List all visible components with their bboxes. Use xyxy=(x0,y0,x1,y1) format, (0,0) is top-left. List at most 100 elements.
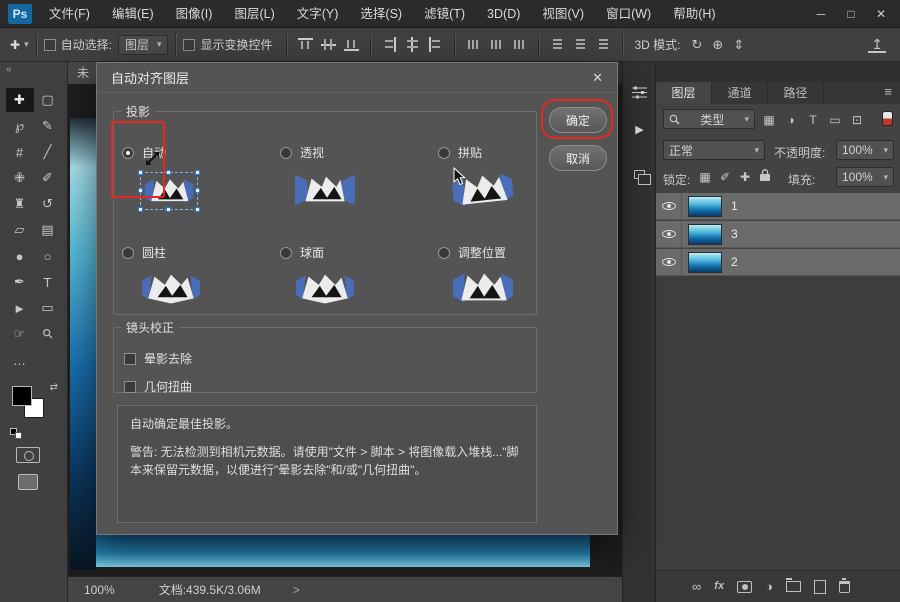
blur-tool[interactable]: ● xyxy=(6,244,34,268)
radio-spherical[interactable] xyxy=(280,247,292,259)
minimize-button[interactable]: ─ xyxy=(806,0,836,28)
lasso-tool[interactable]: ℘ xyxy=(6,114,34,138)
filter-kind-dropdown[interactable]: 类型 ▾ xyxy=(663,109,755,129)
menu-filter[interactable]: 滤镜(T) xyxy=(413,0,476,28)
auto-select-checkbox[interactable] xyxy=(44,39,56,51)
layer-row[interactable]: 3 xyxy=(656,221,900,248)
edit-toolbar-icon[interactable]: … xyxy=(6,348,34,372)
document-image-bottom-sliver[interactable] xyxy=(96,534,590,567)
eraser-tool[interactable]: ▱ xyxy=(6,218,34,242)
close-icon[interactable]: ✕ xyxy=(592,70,603,86)
radio-perspective[interactable] xyxy=(280,147,292,159)
menu-image[interactable]: 图像(I) xyxy=(165,0,224,28)
layer-thumbnail[interactable] xyxy=(688,196,722,217)
screen-mode-icon[interactable] xyxy=(18,474,38,490)
document-image-left-sliver[interactable] xyxy=(70,118,96,570)
distribute-top-icon[interactable] xyxy=(466,38,481,51)
show-transform-checkbox[interactable] xyxy=(183,39,195,51)
new-layer-icon[interactable] xyxy=(814,580,826,594)
projection-option-spherical[interactable]: 球面 xyxy=(280,244,324,261)
close-window-button[interactable]: ✕ xyxy=(866,0,896,28)
menu-type[interactable]: 文字(Y) xyxy=(286,0,350,28)
shape-filter-icon[interactable]: ▭ xyxy=(826,113,844,127)
filter-toggle-switch[interactable] xyxy=(882,111,893,126)
align-right-edges-icon[interactable] xyxy=(429,37,442,52)
cancel-button[interactable]: 取消 xyxy=(549,145,607,171)
3d-zoom-icon[interactable]: ⇕ xyxy=(733,37,744,53)
layer-row[interactable]: 1 xyxy=(656,193,900,220)
lock-position-icon[interactable]: ✚ xyxy=(736,170,754,184)
fill-dropdown[interactable]: 100% ▾ xyxy=(836,167,894,187)
quick-selection-tool[interactable]: ✎ xyxy=(34,114,62,138)
projection-option-perspective[interactable]: 透视 xyxy=(280,144,324,161)
move-tool[interactable]: ✚ xyxy=(6,88,34,112)
distribute-vcenter-icon[interactable] xyxy=(489,38,504,51)
layer-name[interactable]: 3 xyxy=(731,227,738,241)
distribute-left-icon[interactable] xyxy=(551,37,564,52)
tab-layers[interactable]: 图层 xyxy=(656,82,712,104)
path-selection-tool[interactable]: ► xyxy=(6,296,34,320)
history-brush-tool[interactable]: ↺ xyxy=(34,192,62,216)
layer-mask-icon[interactable] xyxy=(737,581,752,593)
visibility-toggle[interactable] xyxy=(656,221,682,247)
panel-menu-icon[interactable]: ≡ xyxy=(884,84,892,99)
photoshop-logo[interactable]: Ps xyxy=(8,4,32,24)
radio-cylindrical[interactable] xyxy=(122,247,134,259)
clone-stamp-tool[interactable]: ♜ xyxy=(6,192,34,216)
layer-style-icon[interactable]: fx xyxy=(714,581,724,592)
menu-edit[interactable]: 编辑(E) xyxy=(101,0,165,28)
adjustments-panel-icon[interactable] xyxy=(629,82,650,103)
3d-pan-icon[interactable]: ⊕ xyxy=(712,37,723,53)
visibility-toggle[interactable] xyxy=(656,249,682,275)
radio-collage[interactable] xyxy=(438,147,450,159)
tab-channels[interactable]: 通道 xyxy=(712,82,768,104)
adjustment-filter-icon[interactable]: ◑ xyxy=(782,113,800,127)
menu-view[interactable]: 视图(V) xyxy=(531,0,595,28)
current-tool-icon[interactable]: ✚ ▾ xyxy=(10,38,29,52)
geometric-distortion-option[interactable]: 几何扭曲 xyxy=(124,378,192,395)
tab-paths[interactable]: 路径 xyxy=(768,82,824,104)
menu-file[interactable]: 文件(F) xyxy=(38,0,101,28)
3d-rotate-icon[interactable]: ↻ xyxy=(692,37,703,53)
align-horizontal-centers-icon[interactable] xyxy=(406,37,419,52)
menu-window[interactable]: 窗口(W) xyxy=(595,0,662,28)
menu-help[interactable]: 帮助(H) xyxy=(662,0,726,28)
type-tool[interactable]: T xyxy=(34,270,62,294)
quick-mask-icon[interactable] xyxy=(16,447,40,463)
marquee-tool[interactable]: ▢ xyxy=(34,88,62,112)
layer-thumbnail[interactable] xyxy=(688,252,722,273)
menu-select[interactable]: 选择(S) xyxy=(349,0,413,28)
distribute-right-icon[interactable] xyxy=(597,37,610,52)
pen-tool[interactable]: ✒ xyxy=(6,270,34,294)
blend-mode-dropdown[interactable]: 正常 ▾ xyxy=(663,140,765,160)
maximize-button[interactable]: □ xyxy=(836,0,866,28)
adjustment-layer-icon[interactable]: ◑ xyxy=(765,580,773,593)
swap-colors-icon[interactable]: ⇄ xyxy=(50,382,58,393)
clone-source-panel-icon[interactable] xyxy=(629,164,650,185)
lock-transparency-icon[interactable]: ▦ xyxy=(696,170,714,184)
new-group-icon[interactable] xyxy=(786,581,801,592)
projection-option-cylindrical[interactable]: 圆柱 xyxy=(122,244,166,261)
lock-all-icon[interactable] xyxy=(756,169,774,184)
smart-object-filter-icon[interactable]: ⊡ xyxy=(848,113,866,127)
projection-option-collage[interactable]: 拼贴 xyxy=(438,144,482,161)
layer-row[interactable]: 2 xyxy=(656,249,900,276)
menu-layer[interactable]: 图层(L) xyxy=(223,0,285,28)
delete-layer-icon[interactable] xyxy=(839,581,850,593)
link-layers-icon[interactable]: ∞ xyxy=(692,580,701,593)
lock-image-icon[interactable]: ✐ xyxy=(716,170,734,184)
layer-name[interactable]: 1 xyxy=(731,199,738,213)
brush-tool[interactable]: ✐ xyxy=(34,166,62,190)
status-chevron-icon[interactable]: > xyxy=(293,583,300,597)
radio-reposition[interactable] xyxy=(438,247,450,259)
foreground-color-swatch[interactable] xyxy=(12,386,32,406)
geometric-distortion-checkbox[interactable] xyxy=(124,381,136,393)
zoom-tool[interactable]: ⚲ xyxy=(29,316,66,353)
type-filter-icon[interactable]: T xyxy=(804,113,822,127)
layers-empty-area[interactable] xyxy=(656,276,900,570)
share-icon[interactable]: ↥ xyxy=(868,37,886,53)
align-bottom-edges-icon[interactable] xyxy=(344,38,359,51)
auto-select-target-dropdown[interactable]: 图层 ▾ xyxy=(118,35,169,55)
dialog-title-bar[interactable]: 自动对齐图层 ✕ xyxy=(97,63,617,93)
opacity-dropdown[interactable]: 100% ▾ xyxy=(836,140,894,160)
